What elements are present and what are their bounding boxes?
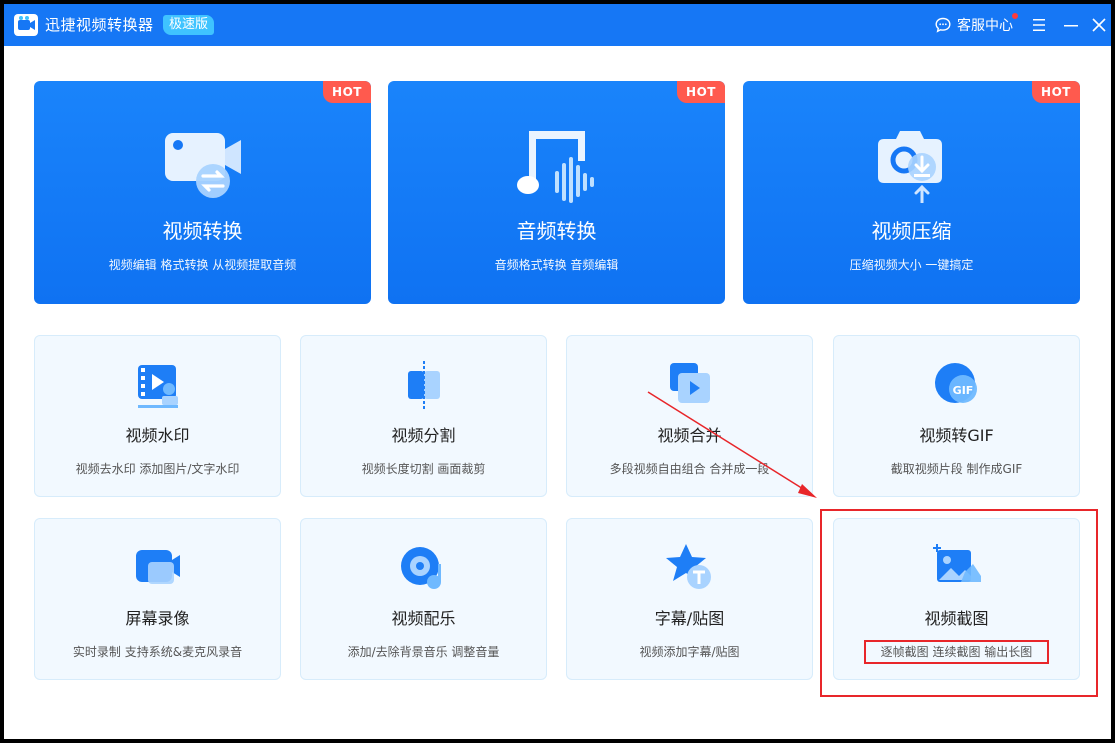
svg-text:GIF: GIF <box>952 384 973 397</box>
tool-title: 视频合并 <box>657 426 722 445</box>
watermark-icon <box>137 365 178 408</box>
tool-title: 视频转GIF <box>919 426 994 445</box>
support-center-label: 客服中心 <box>957 18 1013 34</box>
feature-desc: 压缩视频大小 一键搞定 <box>849 258 974 272</box>
feature-card-video-convert[interactable]: HOT 视频转换 视频编辑 格式转换 从视频提取音频 <box>34 81 371 304</box>
tool-card-video-screenshot[interactable]: 视频截图 逐帧截图 连续截图 输出长图 <box>833 518 1080 680</box>
tool-card-video-music[interactable]: 视频配乐 添加/去除背景音乐 调整音量 <box>300 518 547 680</box>
feature-card-video-compress[interactable]: HOT 视频压缩 压缩视频大小 一键搞定 <box>743 81 1080 304</box>
tool-desc: 多段视频自由组合 合并成一段 <box>609 462 770 476</box>
tool-title: 视频水印 <box>125 426 190 445</box>
feature-card-audio-convert[interactable]: HOT 音频转换 音频格式转换 音频编辑 <box>388 81 725 304</box>
video-merge-icon <box>669 363 710 403</box>
notification-dot <box>1012 13 1018 19</box>
audio-wave-icon <box>516 131 594 203</box>
feature-desc: 视频编辑 格式转换 从视频提取音频 <box>108 258 297 272</box>
tool-card-video-merge[interactable]: 视频合并 多段视频自由组合 合并成一段 <box>566 335 813 497</box>
tool-card-screen-record[interactable]: 屏幕录像 实时录制 支持系统&麦克风录音 <box>34 518 281 680</box>
tool-card-watermark[interactable]: 视频水印 视频去水印 添加图片/文字水印 <box>34 335 281 497</box>
tool-desc: 截取视频片段 制作成GIF <box>890 462 1023 476</box>
screenshot-image-icon <box>932 544 981 582</box>
hot-badge: HOT <box>1032 81 1080 103</box>
app-window: 迅捷视频转换器 极速版 客服中心 HOT 视频转换 视频编辑 格式转换 从视频提… <box>4 4 1111 739</box>
tool-title: 字幕/贴图 <box>654 609 725 628</box>
feature-title: 视频转换 <box>162 219 243 243</box>
tool-desc: 实时录制 支持系统&麦克风录音 <box>72 645 243 659</box>
video-split-icon <box>407 361 440 409</box>
tool-card-gif[interactable]: GIF 视频转GIF 截取视频片段 制作成GIF <box>833 335 1080 497</box>
tool-title: 视频配乐 <box>391 609 456 628</box>
video-convert-icon <box>164 133 241 198</box>
tool-desc: 视频长度切割 画面裁剪 <box>361 462 486 476</box>
tool-title: 屏幕录像 <box>125 609 190 628</box>
hot-badge: HOT <box>677 81 725 103</box>
tool-title: 视频分割 <box>391 426 456 445</box>
gif-icon: GIF <box>934 363 977 403</box>
tool-desc: 视频去水印 添加图片/文字水印 <box>75 462 240 476</box>
music-disc-icon <box>400 547 441 589</box>
support-center-button[interactable]: 客服中心 <box>935 13 1018 34</box>
edition-badge: 极速版 <box>163 15 215 35</box>
hamburger-menu-icon[interactable] <box>1029 15 1049 35</box>
tool-card-subtitle[interactable]: 字幕/贴图 视频添加字幕/贴图 <box>566 518 813 680</box>
feature-title: 音频转换 <box>516 219 597 243</box>
chat-bubble-icon <box>935 17 951 33</box>
feature-desc: 音频格式转换 音频编辑 <box>494 258 619 272</box>
screen-record-icon <box>135 550 180 584</box>
minimize-icon[interactable] <box>1061 15 1081 35</box>
tool-title: 视频截图 <box>924 609 989 628</box>
tool-desc: 添加/去除背景音乐 调整音量 <box>347 645 500 659</box>
feature-title: 视频压缩 <box>871 219 952 243</box>
tool-card-video-split[interactable]: 视频分割 视频长度切割 画面裁剪 <box>300 335 547 497</box>
video-converter-app-icon <box>14 14 38 36</box>
tool-desc: 逐帧截图 连续截图 输出长图 <box>880 645 1033 659</box>
close-icon[interactable] <box>1089 15 1109 35</box>
subtitle-star-icon <box>665 544 711 589</box>
video-compress-icon <box>877 131 942 203</box>
title-bar: 迅捷视频转换器 极速版 客服中心 <box>4 4 1111 46</box>
app-title: 迅捷视频转换器 <box>45 16 154 34</box>
hot-badge: HOT <box>323 81 371 103</box>
tool-desc: 视频添加字幕/贴图 <box>639 645 740 659</box>
